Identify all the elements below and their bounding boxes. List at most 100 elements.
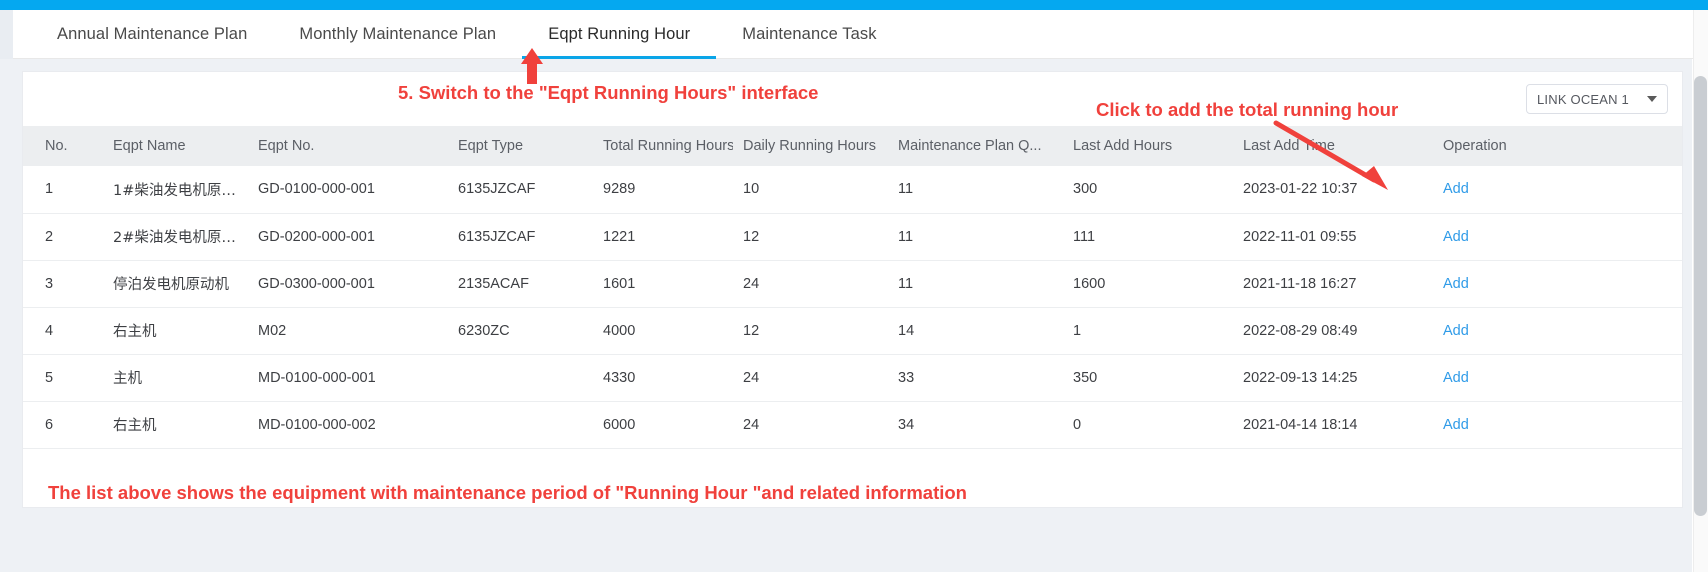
cell-eqpt-name[interactable]: 1#柴油发电机原动机 [103,166,248,214]
cell-last-add-time: 2022-11-01 09:55 [1233,213,1433,261]
cell-eqpt-type: 6135JZCAF [448,213,593,261]
add-link[interactable]: Add [1443,276,1469,292]
cell-daily-running-hours: 12 [733,307,888,355]
cell-maintenance-plan-q[interactable]: 11 [888,166,1063,214]
tab-monthly-maintenance-plan[interactable]: Monthly Maintenance Plan [273,10,522,59]
cell-daily-running-hours: 12 [733,213,888,261]
cell-last-add-hours[interactable]: 0 [1063,401,1233,449]
cell-total-running-hours: 1601 [593,260,733,308]
cell-last-add-time: 2022-08-29 08:49 [1233,307,1433,355]
table-header-row: No. Eqpt Name Eqpt No. Eqpt Type Total R… [23,126,1682,166]
cell-total-running-hours: 4000 [593,307,733,355]
cell-eqpt-type: 6230ZC [448,307,593,355]
table-row: 1 1#柴油发电机原动机 GD-0100-000-001 6135JZCAF 9… [23,166,1682,214]
cell-no: 6 [23,401,103,449]
cell-total-running-hours: 4330 [593,354,733,402]
cell-daily-running-hours: 24 [733,401,888,449]
cell-total-running-hours: 1221 [593,213,733,261]
column-header-daily-running-hours: Daily Running Hours [733,126,888,166]
cell-last-add-hours[interactable]: 1 [1063,307,1233,355]
cell-no: 3 [23,260,103,308]
cell-last-add-time: 2021-04-14 18:14 [1233,401,1433,449]
column-header-maintenance-plan-q: Maintenance Plan Q... [888,126,1063,166]
tab-eqpt-running-hour[interactable]: Eqpt Running Hour [522,10,717,59]
vertical-scrollbar-thumb[interactable] [1694,76,1707,516]
cell-maintenance-plan-q[interactable]: 34 [888,401,1063,449]
tab-annual-maintenance-plan[interactable]: Annual Maintenance Plan [31,10,273,59]
left-gutter [0,10,13,572]
cell-eqpt-no[interactable]: MD-0100-000-002 [248,401,448,449]
cell-daily-running-hours: 24 [733,260,888,308]
cell-maintenance-plan-q[interactable]: 11 [888,213,1063,261]
content-panel: LINK OCEAN 1 No. Eqpt Name Eqpt No. Eqpt… [22,71,1683,508]
cell-last-add-time: 2022-09-13 14:25 [1233,354,1433,402]
cell-last-add-hours[interactable]: 300 [1063,166,1233,214]
vessel-select-value: LINK OCEAN 1 [1537,91,1629,107]
table-body: 1 1#柴油发电机原动机 GD-0100-000-001 6135JZCAF 9… [23,166,1682,449]
cell-no: 2 [23,213,103,261]
left-gutter-top [0,10,13,59]
chevron-down-icon [1647,96,1657,102]
cell-last-add-time: 2023-01-22 10:37 [1233,166,1433,214]
tab-maintenance-task[interactable]: Maintenance Task [716,10,902,59]
cell-eqpt-type: 6135JZCAF [448,166,593,214]
cell-total-running-hours: 6000 [593,401,733,449]
column-header-eqpt-no: Eqpt No. [248,126,448,166]
cell-total-running-hours: 9289 [593,166,733,214]
cell-eqpt-no[interactable]: GD-0200-000-001 [248,213,448,261]
table-header: No. Eqpt Name Eqpt No. Eqpt Type Total R… [23,126,1682,166]
eqpt-running-hour-table: No. Eqpt Name Eqpt No. Eqpt Type Total R… [23,126,1682,449]
column-header-last-add-hours: Last Add Hours [1063,126,1233,166]
table-row: 4 右主机 M02 6230ZC 4000 12 14 1 2022-08-29… [23,307,1682,355]
cell-last-add-hours[interactable]: 1600 [1063,260,1233,308]
tab-label: Maintenance Task [742,25,877,43]
cell-no: 4 [23,307,103,355]
cell-eqpt-name[interactable]: 主机 [103,354,248,402]
cell-maintenance-plan-q[interactable]: 33 [888,354,1063,402]
cell-daily-running-hours: 10 [733,166,888,214]
cell-eqpt-name[interactable]: 2#柴油发电机原动机 [103,213,248,261]
add-link[interactable]: Add [1443,370,1469,386]
add-link[interactable]: Add [1443,229,1469,245]
add-link[interactable]: Add [1443,181,1469,197]
cell-last-add-hours[interactable]: 350 [1063,354,1233,402]
eqpt-running-hour-table-wrapper: No. Eqpt Name Eqpt No. Eqpt Type Total R… [23,126,1682,449]
page-body: LINK OCEAN 1 No. Eqpt Name Eqpt No. Eqpt… [13,59,1692,572]
column-header-operation: Operation [1433,126,1682,166]
cell-last-add-time: 2021-11-18 16:27 [1233,260,1433,308]
cell-eqpt-no[interactable]: GD-0300-000-001 [248,260,448,308]
tab-strip: Annual Maintenance Plan Monthly Maintena… [13,10,1708,59]
cell-daily-running-hours: 24 [733,354,888,402]
cell-eqpt-type: 2135ACAF [448,260,593,308]
cell-eqpt-no[interactable]: M02 [248,307,448,355]
app-screen: Annual Maintenance Plan Monthly Maintena… [0,0,1708,572]
vessel-select[interactable]: LINK OCEAN 1 [1526,84,1668,114]
table-row: 2 2#柴油发电机原动机 GD-0200-000-001 6135JZCAF 1… [23,213,1682,261]
cell-eqpt-name[interactable]: 右主机 [103,401,248,449]
cell-eqpt-name[interactable]: 右主机 [103,307,248,355]
cell-eqpt-no[interactable]: GD-0100-000-001 [248,166,448,214]
table-row: 5 主机 MD-0100-000-001 4330 24 33 350 2022… [23,354,1682,402]
column-header-eqpt-type: Eqpt Type [448,126,593,166]
column-header-total-running-hours: Total Running Hours [593,126,733,166]
add-link[interactable]: Add [1443,417,1469,433]
cell-eqpt-name[interactable]: 停泊发电机原动机 [103,260,248,308]
cell-eqpt-type [448,354,593,402]
cell-maintenance-plan-q[interactable]: 14 [888,307,1063,355]
cell-no: 1 [23,166,103,214]
add-link[interactable]: Add [1443,323,1469,339]
table-row: 3 停泊发电机原动机 GD-0300-000-001 2135ACAF 1601… [23,260,1682,308]
vertical-scrollbar-track[interactable] [1693,10,1708,572]
tab-label: Monthly Maintenance Plan [299,25,497,43]
cell-last-add-hours[interactable]: 111 [1063,213,1233,261]
cell-maintenance-plan-q[interactable]: 11 [888,260,1063,308]
table-row: 6 右主机 MD-0100-000-002 6000 24 34 0 2021-… [23,401,1682,449]
cell-eqpt-type [448,401,593,449]
column-header-eqpt-name: Eqpt Name [103,126,248,166]
tab-label: Eqpt Running Hour [548,25,691,43]
column-header-no: No. [23,126,103,166]
cell-no: 5 [23,354,103,402]
cell-eqpt-no[interactable]: MD-0100-000-001 [248,354,448,402]
column-header-last-add-time: Last Add Time [1233,126,1433,166]
tab-label: Annual Maintenance Plan [57,25,248,43]
